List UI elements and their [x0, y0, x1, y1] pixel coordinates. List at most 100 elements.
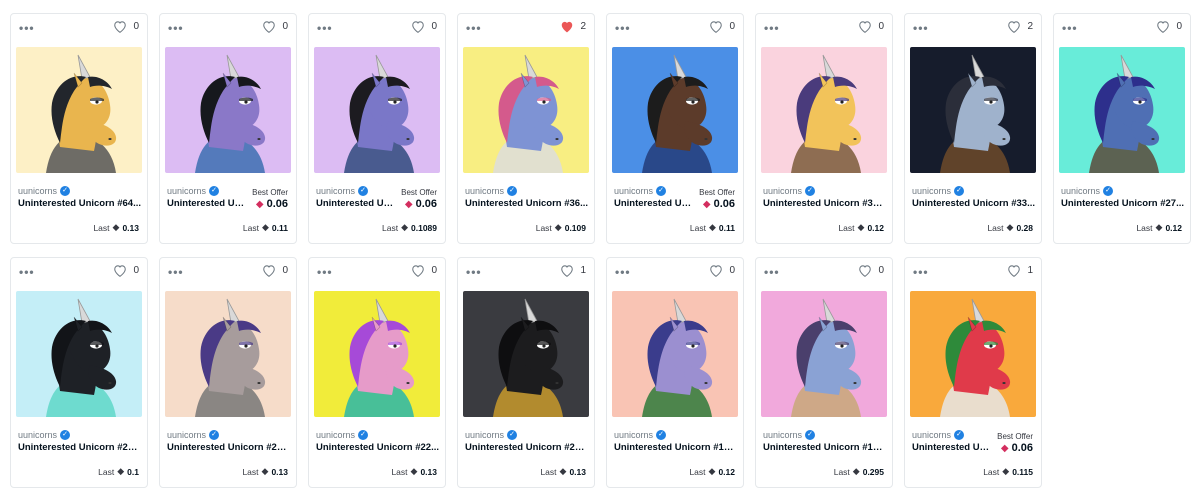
more-options-icon[interactable]: ••• [317, 266, 333, 278]
nft-name[interactable]: Uninterested Unicorn #2318 [167, 442, 291, 453]
nft-card[interactable]: ••• 0 uunicorns ✓ Uninterested Uni... Be… [606, 13, 744, 244]
nft-image[interactable] [612, 47, 738, 173]
collection-link[interactable]: uunicorns ✓ [465, 186, 518, 196]
nft-name[interactable]: Uninterested Unicorn #2271 [465, 442, 589, 453]
collection-link[interactable]: uunicorns ✓ [167, 430, 220, 440]
nft-card[interactable]: ••• 0 uunicorns ✓ Uninterested Unicorn #… [159, 257, 297, 488]
nft-image[interactable] [910, 47, 1036, 173]
nft-name[interactable]: Uninterested Uni... [614, 198, 696, 209]
nft-card[interactable]: ••• 2 uunicorns ✓ Uninterested Unicorn #… [457, 13, 595, 244]
collection-link[interactable]: uunicorns ✓ [763, 186, 816, 196]
nft-name[interactable]: Uninterested Unicorn #64... [18, 198, 142, 209]
nft-card[interactable]: ••• 1 uunicorns ✓ Uninterested Unicorn #… [457, 257, 595, 488]
more-options-icon[interactable]: ••• [913, 266, 929, 278]
favorite-button[interactable]: 1 [1007, 264, 1033, 277]
heart-icon [709, 264, 723, 277]
favorite-button[interactable]: 0 [113, 20, 139, 33]
nft-card[interactable]: ••• 0 uunicorns ✓ Uninterested Uni... Be… [308, 13, 446, 244]
more-options-icon[interactable]: ••• [168, 22, 184, 34]
nft-name[interactable]: Uninterested Unicorn #2571 [18, 442, 142, 453]
card-header: ••• 0 [309, 14, 445, 44]
nft-name[interactable]: Uninterested Unicorn ... [167, 198, 249, 209]
nft-card[interactable]: ••• 0 uunicorns ✓ Uninterested Unicorn .… [159, 13, 297, 244]
nft-name[interactable]: Uninterested Unic... [912, 442, 994, 453]
nft-image[interactable] [16, 47, 142, 173]
collection-link[interactable]: uunicorns ✓ [18, 186, 71, 196]
nft-card[interactable]: ••• 0 uunicorns ✓ Uninterested Unicorn #… [10, 13, 148, 244]
nft-card[interactable]: ••• 0 uunicorns ✓ Uninterested Unicorn #… [755, 13, 893, 244]
favorite-button[interactable]: 0 [858, 20, 884, 33]
collection-link[interactable]: uunicorns ✓ [316, 186, 369, 196]
nft-name[interactable]: Uninterested Unicorn #36... [465, 198, 589, 209]
more-options-icon[interactable]: ••• [764, 266, 780, 278]
favorite-count: 0 [431, 21, 437, 32]
favorite-button[interactable]: 0 [709, 264, 735, 277]
more-options-icon[interactable]: ••• [168, 266, 184, 278]
nft-name[interactable]: Uninterested Unicorn #22... [316, 442, 440, 453]
more-options-icon[interactable]: ••• [19, 22, 35, 34]
collection-link[interactable]: uunicorns ✓ [316, 430, 369, 440]
nft-image[interactable] [165, 291, 291, 417]
nft-image[interactable] [1059, 47, 1185, 173]
last-sale: Last ◆ 0.12 [838, 222, 884, 233]
nft-card[interactable]: ••• 0 uunicorns ✓ Uninterested Unicorn #… [755, 257, 893, 488]
nft-image[interactable] [463, 47, 589, 173]
nft-image[interactable] [314, 291, 440, 417]
favorite-button[interactable]: 0 [709, 20, 735, 33]
nft-name[interactable]: Uninterested Unicorn #1903 [763, 442, 887, 453]
favorite-button[interactable]: 0 [262, 20, 288, 33]
last-sale-label: Last [242, 466, 259, 477]
collection-link[interactable]: uunicorns ✓ [167, 186, 220, 196]
nft-name[interactable]: Uninterested Unicorn #27... [1061, 198, 1185, 209]
nft-image[interactable] [165, 47, 291, 173]
more-options-icon[interactable]: ••• [913, 22, 929, 34]
favorite-count: 0 [282, 21, 288, 32]
nft-image[interactable] [612, 291, 738, 417]
nft-card[interactable]: ••• 0 uunicorns ✓ Uninterested Unicorn #… [308, 257, 446, 488]
favorite-button[interactable]: 0 [858, 264, 884, 277]
more-options-icon[interactable]: ••• [764, 22, 780, 34]
collection-link[interactable]: uunicorns ✓ [912, 186, 965, 196]
nft-name[interactable]: Uninterested Unicorn #1976 [614, 442, 738, 453]
favorite-button[interactable]: 0 [113, 264, 139, 277]
collection-link[interactable]: uunicorns ✓ [763, 430, 816, 440]
more-options-icon[interactable]: ••• [19, 266, 35, 278]
more-options-icon[interactable]: ••• [466, 266, 482, 278]
collection-link[interactable]: uunicorns ✓ [614, 186, 667, 196]
nft-image[interactable] [761, 291, 887, 417]
verified-badge-icon: ✓ [805, 430, 816, 440]
favorite-button[interactable]: 1 [560, 264, 586, 277]
collection-link[interactable]: uunicorns ✓ [614, 430, 667, 440]
nft-card[interactable]: ••• 2 uunicorns ✓ Uninterested Unicorn #… [904, 13, 1042, 244]
nft-image[interactable] [910, 291, 1036, 417]
collection-link[interactable]: uunicorns ✓ [1061, 186, 1114, 196]
nft-name[interactable]: Uninterested Unicorn #33... [912, 198, 1036, 209]
best-offer: Best Offer ◆ 0.06 [699, 188, 735, 210]
favorite-button[interactable]: 0 [262, 264, 288, 277]
weth-icon: ◆ [1000, 442, 1009, 454]
favorite-button[interactable]: 2 [1007, 20, 1033, 33]
favorite-button[interactable]: 2 [560, 20, 586, 33]
favorite-button[interactable]: 0 [411, 20, 437, 33]
more-options-icon[interactable]: ••• [466, 22, 482, 34]
nft-name[interactable]: Uninterested Uni... [316, 198, 398, 209]
favorite-button[interactable]: 0 [411, 264, 437, 277]
nft-image[interactable] [16, 291, 142, 417]
favorite-button[interactable]: 0 [1156, 20, 1182, 33]
more-options-icon[interactable]: ••• [615, 266, 631, 278]
nft-image[interactable] [314, 47, 440, 173]
collection-link[interactable]: uunicorns ✓ [18, 430, 71, 440]
more-options-icon[interactable]: ••• [1062, 22, 1078, 34]
nft-card[interactable]: ••• 0 uunicorns ✓ Uninterested Unicorn #… [10, 257, 148, 488]
nft-name[interactable]: Uninterested Unicorn #3416 [763, 198, 887, 209]
nft-image[interactable] [761, 47, 887, 173]
collection-link[interactable]: uunicorns ✓ [465, 430, 518, 440]
more-options-icon[interactable]: ••• [317, 22, 333, 34]
verified-badge-icon: ✓ [656, 430, 667, 440]
nft-card[interactable]: ••• 0 uunicorns ✓ Uninterested Unicorn #… [1053, 13, 1191, 244]
collection-link[interactable]: uunicorns ✓ [912, 430, 965, 440]
nft-image[interactable] [463, 291, 589, 417]
more-options-icon[interactable]: ••• [615, 22, 631, 34]
nft-card[interactable]: ••• 1 uunicorns ✓ Uninterested Unic... B… [904, 257, 1042, 488]
nft-card[interactable]: ••• 0 uunicorns ✓ Uninterested Unicorn #… [606, 257, 744, 488]
